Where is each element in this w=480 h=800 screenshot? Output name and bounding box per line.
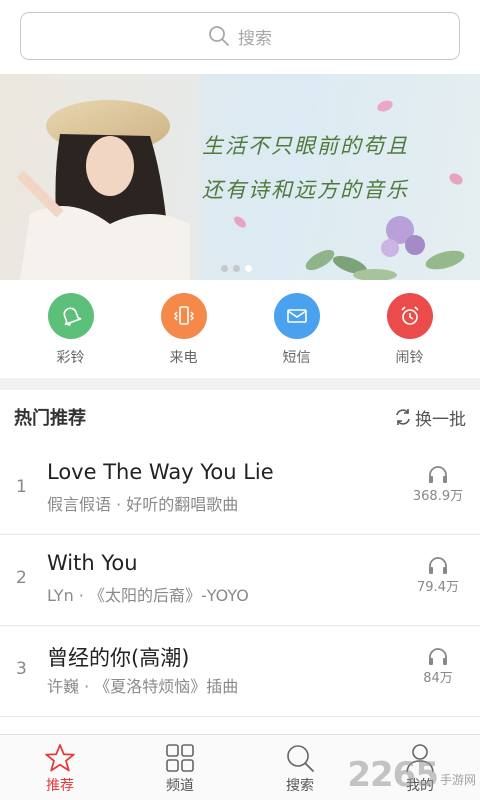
play-count-value: 79.4万 xyxy=(417,580,459,595)
watermark-number: 2265 xyxy=(347,755,439,795)
song-subtitle: 假言假语 · 好听的翻唱歌曲 xyxy=(47,495,239,514)
headphones-icon xyxy=(429,466,447,483)
play-count: 84万 xyxy=(408,646,468,686)
tab-label: 频道 xyxy=(166,778,194,794)
quick-item-incoming-call[interactable]: 来电 xyxy=(139,280,229,378)
banner-pagination xyxy=(221,265,252,272)
envelope-icon xyxy=(273,293,320,339)
search-box[interactable]: 搜索 xyxy=(20,12,460,60)
search-icon xyxy=(209,26,229,46)
headphones-icon xyxy=(429,648,447,665)
song-index: 1 xyxy=(16,477,27,497)
tab-label: 推荐 xyxy=(46,778,74,794)
quick-entries: 彩铃 来电 短信 闹铃 xyxy=(0,280,480,378)
tab-recommend[interactable]: 推荐 xyxy=(0,735,120,800)
quick-item-ringback[interactable]: 彩铃 xyxy=(26,280,116,378)
song-index: 2 xyxy=(16,568,27,588)
site-watermark: 2265 手游网 xyxy=(347,758,476,792)
play-count: 79.4万 xyxy=(408,555,468,595)
petal-decoration xyxy=(234,100,463,228)
play-count: 368.9万 xyxy=(408,464,468,504)
section-divider xyxy=(0,378,480,390)
pagination-dot[interactable] xyxy=(221,265,228,272)
hot-song-list: 1 Love The Way You Lie 假言假语 · 好听的翻唱歌曲 36… xyxy=(0,444,480,717)
tab-channel[interactable]: 频道 xyxy=(120,735,240,800)
quick-item-alarm[interactable]: 闹铃 xyxy=(365,280,455,378)
hot-section-header: 热门推荐 换一批 xyxy=(0,390,480,444)
pagination-dot[interactable] xyxy=(233,265,240,272)
song-row[interactable]: 3 曾经的你(高潮) 许巍 · 《夏洛特烦恼》插曲 84万 xyxy=(0,626,480,717)
song-title: 曾经的你(高潮) xyxy=(47,646,190,670)
refresh-icon xyxy=(396,409,410,425)
quick-item-sms[interactable]: 短信 xyxy=(252,280,342,378)
grid-icon xyxy=(166,744,194,772)
headphones-icon xyxy=(429,557,447,574)
quick-label: 短信 xyxy=(282,350,311,366)
app-screen: 搜索 生活不只眼前的苟且 还有诗和远方的音乐 彩铃 来电 短信 闹铃 热门推荐 … xyxy=(0,0,480,800)
song-row[interactable]: 1 Love The Way You Lie 假言假语 · 好听的翻唱歌曲 36… xyxy=(0,444,480,535)
phone-vibrate-icon xyxy=(160,293,207,339)
song-title: With You xyxy=(47,551,138,575)
song-index: 3 xyxy=(16,659,27,679)
pagination-dot-active[interactable] xyxy=(245,265,252,272)
refresh-label: 换一批 xyxy=(415,409,466,430)
watermark-text: 手游网 xyxy=(439,773,476,787)
song-subtitle: LYn · 《太阳的后裔》-YOYO xyxy=(47,586,249,605)
bell-icon xyxy=(47,293,94,339)
star-icon xyxy=(45,744,75,772)
promo-banner[interactable]: 生活不只眼前的苟且 还有诗和远方的音乐 xyxy=(0,74,480,280)
search-icon xyxy=(287,745,314,772)
alarm-clock-icon xyxy=(386,293,433,339)
song-title: Love The Way You Lie xyxy=(47,460,274,484)
play-count-value: 368.9万 xyxy=(412,489,464,504)
tab-search[interactable]: 搜索 xyxy=(240,735,360,800)
quick-label: 来电 xyxy=(169,350,198,366)
song-row[interactable]: 2 With You LYn · 《太阳的后裔》-YOYO 79.4万 xyxy=(0,535,480,626)
section-title: 热门推荐 xyxy=(14,408,86,429)
tab-label: 搜索 xyxy=(286,778,314,794)
search-bar-area: 搜索 xyxy=(0,0,480,74)
search-placeholder: 搜索 xyxy=(238,28,272,49)
play-count-value: 84万 xyxy=(423,671,453,686)
quick-label: 闹铃 xyxy=(395,350,424,366)
refresh-button[interactable]: 换一批 xyxy=(393,405,466,430)
quick-label: 彩铃 xyxy=(56,350,85,366)
song-subtitle: 许巍 · 《夏洛特烦恼》插曲 xyxy=(47,677,239,696)
